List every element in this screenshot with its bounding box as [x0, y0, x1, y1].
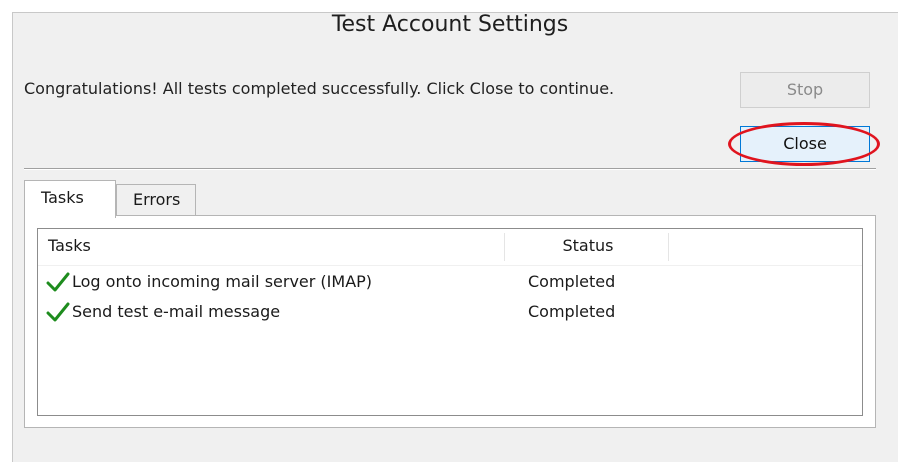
list-header: Tasks Status	[38, 229, 862, 266]
task-status: Completed	[528, 302, 616, 321]
close-button[interactable]: Close	[740, 126, 870, 162]
separator	[24, 168, 876, 170]
column-header-status[interactable]: Status	[508, 229, 668, 263]
task-name: Send test e-mail message	[72, 302, 281, 321]
list-item: Send test e-mail message Completed	[38, 297, 862, 327]
tab-tasks[interactable]: Tasks	[24, 180, 116, 218]
checkmark-icon	[46, 272, 70, 292]
column-divider	[504, 233, 505, 261]
list-item: Log onto incoming mail server (IMAP) Com…	[38, 267, 862, 297]
status-message: Congratulations! All tests completed suc…	[24, 79, 615, 98]
column-divider	[668, 233, 669, 261]
tab-panel-tasks: Tasks Status Log onto incoming mail serv…	[24, 215, 876, 428]
dialog-title: Test Account Settings	[331, 12, 569, 37]
task-name: Log onto incoming mail server (IMAP)	[72, 272, 373, 291]
tab-errors[interactable]: Errors	[116, 184, 196, 216]
stop-button[interactable]: Stop	[740, 72, 870, 108]
checkmark-icon	[46, 302, 70, 322]
task-list[interactable]: Tasks Status Log onto incoming mail serv…	[37, 228, 863, 416]
task-status: Completed	[528, 272, 616, 291]
column-header-tasks[interactable]: Tasks	[48, 229, 91, 263]
